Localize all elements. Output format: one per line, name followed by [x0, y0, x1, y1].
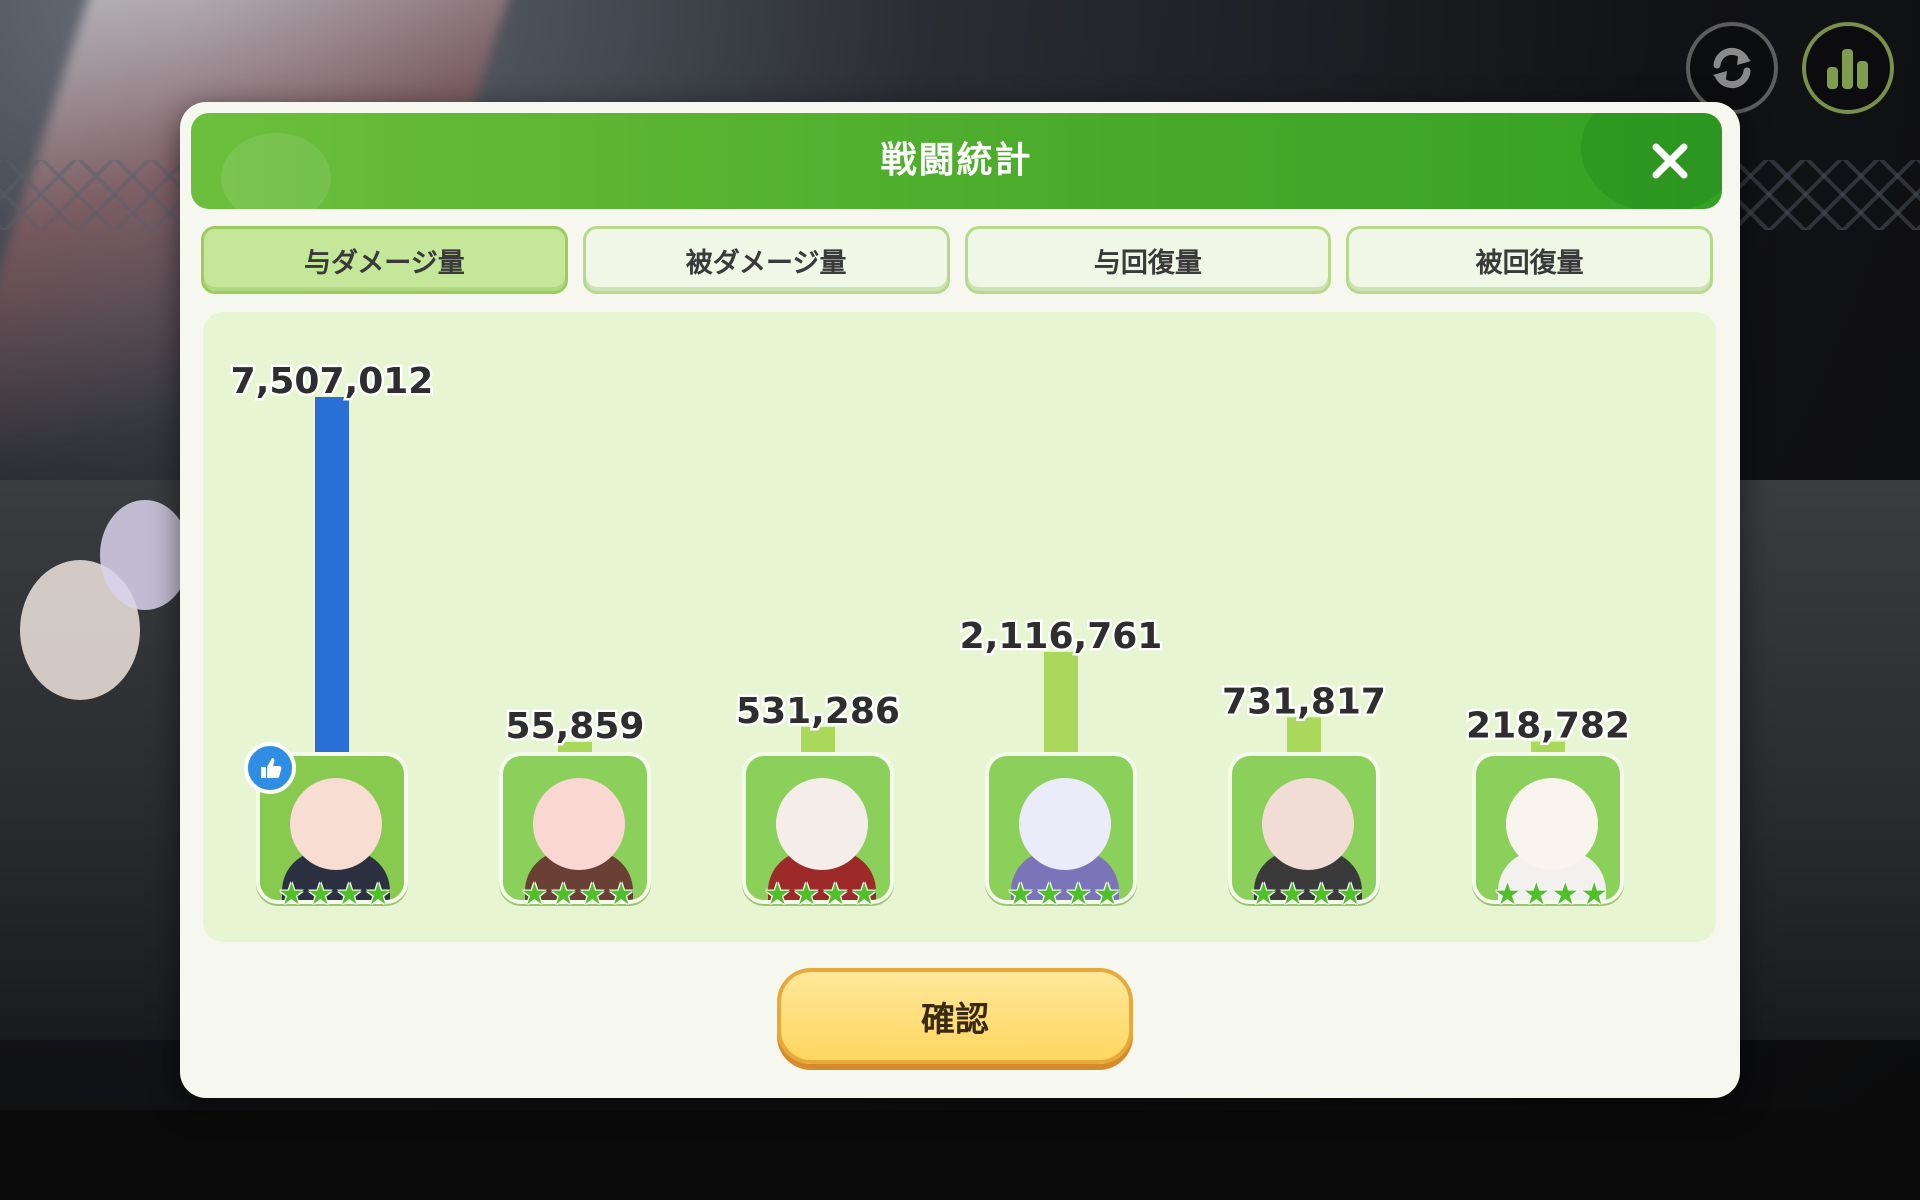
character-slot[interactable]: ★ ★ ★ ★: [985, 752, 1137, 910]
star-icon: ★: [764, 877, 791, 912]
star-icon: ★: [1336, 877, 1364, 912]
star-icon: ★: [335, 877, 363, 912]
damage-chart: 7,507,012 55,859 531,286 2,116,761 731,817 21…: [203, 312, 1716, 942]
character-slot[interactable]: ★ ★ ★ ★: [244, 742, 408, 910]
character-slot[interactable]: ★ ★ ★ ★: [742, 752, 894, 910]
rarity-stars: ★ ★ ★ ★: [764, 880, 878, 910]
mvp-badge: [244, 742, 296, 794]
rarity-stars: ★ ★ ★ ★: [1007, 880, 1121, 910]
dialog-title: 戦闘統計: [880, 140, 1033, 181]
star-icon: ★: [1278, 877, 1306, 912]
star-icon: ★: [850, 877, 878, 912]
background-character: [100, 500, 190, 610]
damage-bar: [1287, 717, 1321, 752]
rarity-stars: ★ ★ ★ ★: [1494, 880, 1608, 910]
star-icon: ★: [792, 877, 820, 912]
rarity-stars: ★ ★ ★ ★: [521, 880, 635, 910]
star-icon: ★: [1551, 877, 1579, 912]
star-icon: ★: [364, 877, 392, 912]
damage-value-label: 2,116,761: [960, 616, 1163, 657]
star-icon: ★: [1580, 877, 1608, 912]
star-icon: ★: [1250, 877, 1277, 912]
star-icon: ★: [1007, 877, 1034, 912]
star-icon: ★: [1307, 877, 1335, 912]
close-icon: [1652, 143, 1688, 179]
close-button[interactable]: [1642, 133, 1698, 189]
bottom-bar: [0, 1110, 1920, 1200]
damage-value-label: 218,782: [1466, 706, 1630, 747]
star-icon: ★: [607, 877, 635, 912]
star-icon: ★: [1522, 877, 1550, 912]
tab-damage-dealt[interactable]: 与ダメージ量: [201, 226, 568, 294]
star-icon: ★: [578, 877, 606, 912]
character-slot[interactable]: ★ ★ ★ ★: [499, 752, 651, 910]
rarity-stars: ★ ★ ★ ★: [278, 880, 392, 910]
damage-bar: [315, 397, 349, 752]
refresh-button[interactable]: [1686, 22, 1778, 114]
star-icon: ★: [1064, 877, 1092, 912]
star-icon: ★: [821, 877, 849, 912]
tab-healing-received[interactable]: 被回復量: [1346, 226, 1713, 294]
refresh-icon: [1713, 47, 1751, 89]
battle-stats-button[interactable]: [1802, 22, 1894, 114]
character-slot[interactable]: ★ ★ ★ ★: [1228, 752, 1380, 910]
tab-damage-taken[interactable]: 被ダメージ量: [582, 226, 950, 294]
damage-value-label: 7,507,012: [231, 361, 434, 402]
star-icon: ★: [278, 877, 305, 912]
battle-stats-dialog: 戦闘統計 与ダメージ量 被ダメージ量 与回復量 被回復量 7,507,012 55…: [180, 102, 1740, 1098]
confirm-button[interactable]: 確認: [777, 968, 1133, 1064]
character-slot[interactable]: ★ ★ ★ ★: [1472, 752, 1624, 910]
damage-value-label: 55,859: [506, 706, 645, 747]
dialog-header: 戦闘統計: [191, 113, 1722, 209]
star-icon: ★: [1035, 877, 1063, 912]
bar-chart-icon: [1827, 49, 1868, 89]
tab-healing-done[interactable]: 与回復量: [964, 226, 1332, 294]
star-icon: ★: [1093, 877, 1121, 912]
star-icon: ★: [549, 877, 577, 912]
damage-value-label: 731,817: [1222, 681, 1386, 722]
star-icon: ★: [306, 877, 334, 912]
rarity-stars: ★ ★ ★ ★: [1250, 880, 1364, 910]
thumbs-up-icon: [261, 758, 282, 778]
damage-value-label: 531,286: [736, 691, 900, 732]
star-icon: ★: [521, 877, 548, 912]
damage-bar: [1044, 651, 1078, 752]
star-icon: ★: [1494, 877, 1521, 912]
stats-tabs: 与ダメージ量 被ダメージ量 与回復量 被回復量: [201, 226, 1713, 298]
